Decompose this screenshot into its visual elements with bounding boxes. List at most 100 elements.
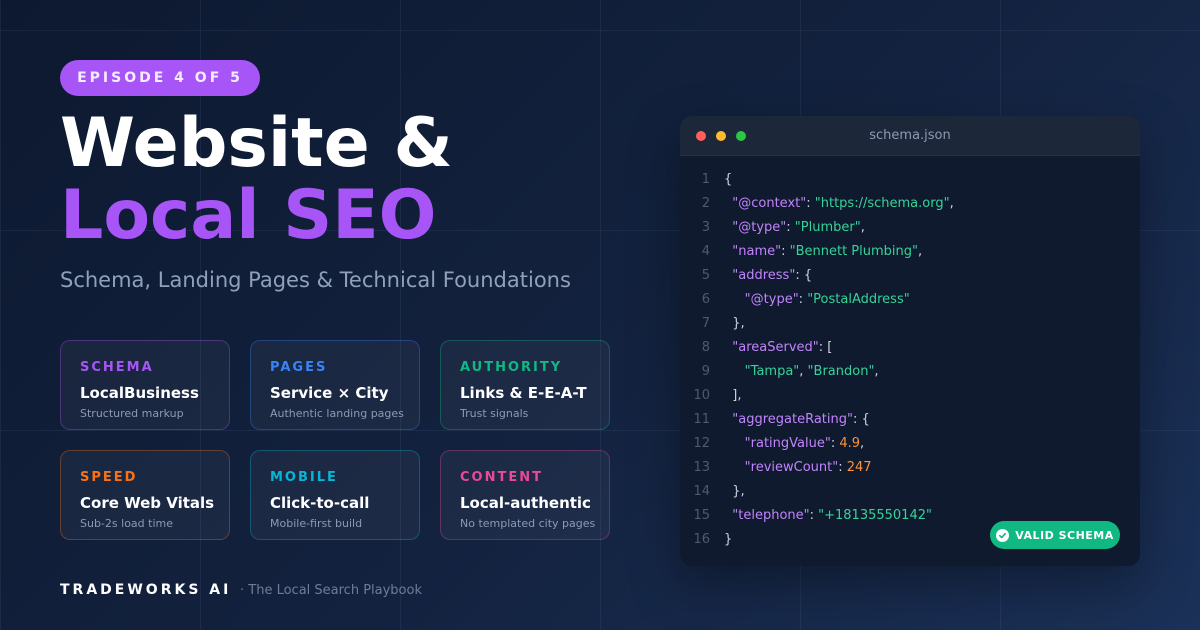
code-line: 12 "ratingValue": 4.9, [680, 432, 1140, 456]
code-token: "@type" [744, 292, 799, 307]
card-description: Sub-2s load time [80, 517, 173, 530]
line-number: 16 [693, 532, 710, 547]
code-content: "aggregateRating": { [724, 408, 870, 432]
editor-titlebar: schema.json [680, 116, 1140, 156]
subtitle: Schema, Landing Pages & Technical Founda… [60, 268, 571, 292]
code-line: 1{ [680, 168, 1140, 192]
title-line-1: Website & [60, 104, 453, 183]
code-token: : [838, 460, 847, 475]
code-token: "@type" [732, 220, 787, 235]
code-content: "@context": "https://schema.org", [724, 192, 953, 216]
code-content: "reviewCount": 247 [724, 456, 872, 480]
card-category: SCHEMA [80, 360, 154, 375]
line-number: 6 [701, 292, 710, 307]
card-authority: AUTHORITY Links & E-E-A-T Trust signals [440, 340, 610, 430]
card-heading: Click-to-call [270, 494, 370, 512]
code-line: 3 "@type": "Plumber", [680, 216, 1140, 240]
card-content: CONTENT Local-authentic No templated cit… [440, 450, 610, 540]
code-content: "ratingValue": 4.9, [724, 432, 865, 456]
code-token: "Brandon" [807, 364, 875, 379]
card-description: Authentic landing pages [270, 407, 404, 420]
line-number: 13 [693, 460, 710, 475]
code-token: "https://schema.org" [814, 196, 950, 211]
card-heading: LocalBusiness [80, 384, 199, 402]
code-token: }, [724, 316, 745, 331]
code-token: : { [795, 268, 813, 283]
code-content: } [724, 528, 732, 552]
line-number: 7 [701, 316, 710, 331]
code-line: 10 ], [680, 384, 1140, 408]
code-token: "PostalAddress" [807, 292, 910, 307]
check-circle-icon [996, 528, 1010, 542]
card-heading: Links & E-E-A-T [460, 384, 587, 402]
code-content: }, [724, 480, 744, 504]
card-description: Structured markup [80, 407, 184, 420]
code-token: "name" [732, 244, 782, 259]
code-token: "Bennett Plumbing" [789, 244, 918, 259]
code-line: 8 "areaServed": [ [680, 336, 1140, 360]
code-token: : [806, 196, 815, 211]
line-number: 11 [693, 412, 710, 427]
code-content: }, [724, 312, 745, 336]
card-category: AUTHORITY [460, 360, 563, 375]
code-token: , [799, 364, 808, 379]
line-number: 8 [701, 340, 710, 355]
code-token: : [798, 292, 808, 307]
code-token: 4.9 [839, 436, 861, 451]
line-number: 12 [693, 436, 710, 451]
card-speed: SPEED Core Web Vitals Sub-2s load time [60, 450, 230, 540]
code-token: : { [852, 412, 870, 427]
line-number: 9 [701, 364, 710, 379]
code-line: 4 "name": "Bennett Plumbing", [680, 240, 1140, 264]
code-token: , [860, 220, 865, 235]
code-token: "+18135550142" [818, 508, 932, 523]
code-token: ], [724, 388, 742, 403]
code-line: 14 }, [680, 480, 1140, 504]
valid-schema-badge: VALID SCHEMA [990, 521, 1120, 549]
code-token: "address" [732, 268, 796, 283]
card-description: No templated city pages [460, 517, 596, 530]
card-category: CONTENT [460, 470, 543, 485]
code-line: 6 "@type": "PostalAddress" [680, 288, 1140, 312]
card-category: SPEED [80, 470, 138, 485]
code-content: { [724, 168, 732, 192]
code-content: "name": "Bennett Plumbing", [724, 240, 922, 264]
code-content: "Tampa", "Brandon", [724, 360, 879, 384]
valid-schema-label: VALID SCHEMA [1015, 528, 1114, 542]
code-token: "@context" [732, 196, 807, 211]
code-token: "reviewCount" [744, 460, 839, 475]
code-token: : [ [818, 340, 833, 355]
code-line: 2 "@context": "https://schema.org", [680, 192, 1140, 216]
line-number: 3 [701, 220, 710, 235]
code-token: "ratingValue" [744, 436, 831, 451]
code-content: "@type": "PostalAddress" [724, 288, 910, 312]
card-heading: Core Web Vitals [80, 494, 215, 512]
card-heading: Service × City [270, 384, 389, 402]
code-line: 11 "aggregateRating": { [680, 408, 1140, 432]
code-token: "Plumber" [794, 220, 861, 235]
code-token: : [809, 508, 819, 523]
card-pages: PAGES Service × City Authentic landing p… [250, 340, 420, 430]
code-line: 13 "reviewCount": 247 [680, 456, 1140, 480]
line-number: 5 [701, 268, 710, 283]
line-number: 10 [693, 388, 710, 403]
code-line: 7 }, [680, 312, 1140, 336]
card-category: MOBILE [270, 470, 338, 485]
title-line-2: Local SEO [60, 176, 437, 255]
card-schema: SCHEMA LocalBusiness Structured markup [60, 340, 230, 430]
card-description: Mobile-first build [270, 517, 363, 530]
code-token: : [786, 220, 795, 235]
line-number: 15 [693, 508, 710, 523]
code-editor-window: schema.json 1{2 "@context": "https://sch… [680, 116, 1140, 566]
line-number: 14 [693, 484, 710, 499]
code-content: "areaServed": [ [724, 336, 832, 360]
code-line: 9 "Tampa", "Brandon", [680, 360, 1140, 384]
code-line: 5 "address": { [680, 264, 1140, 288]
brand-tagline: · The Local Search Playbook [240, 583, 422, 598]
line-number: 2 [701, 196, 710, 211]
code-token: 247 [846, 460, 872, 475]
line-number: 1 [701, 172, 710, 187]
